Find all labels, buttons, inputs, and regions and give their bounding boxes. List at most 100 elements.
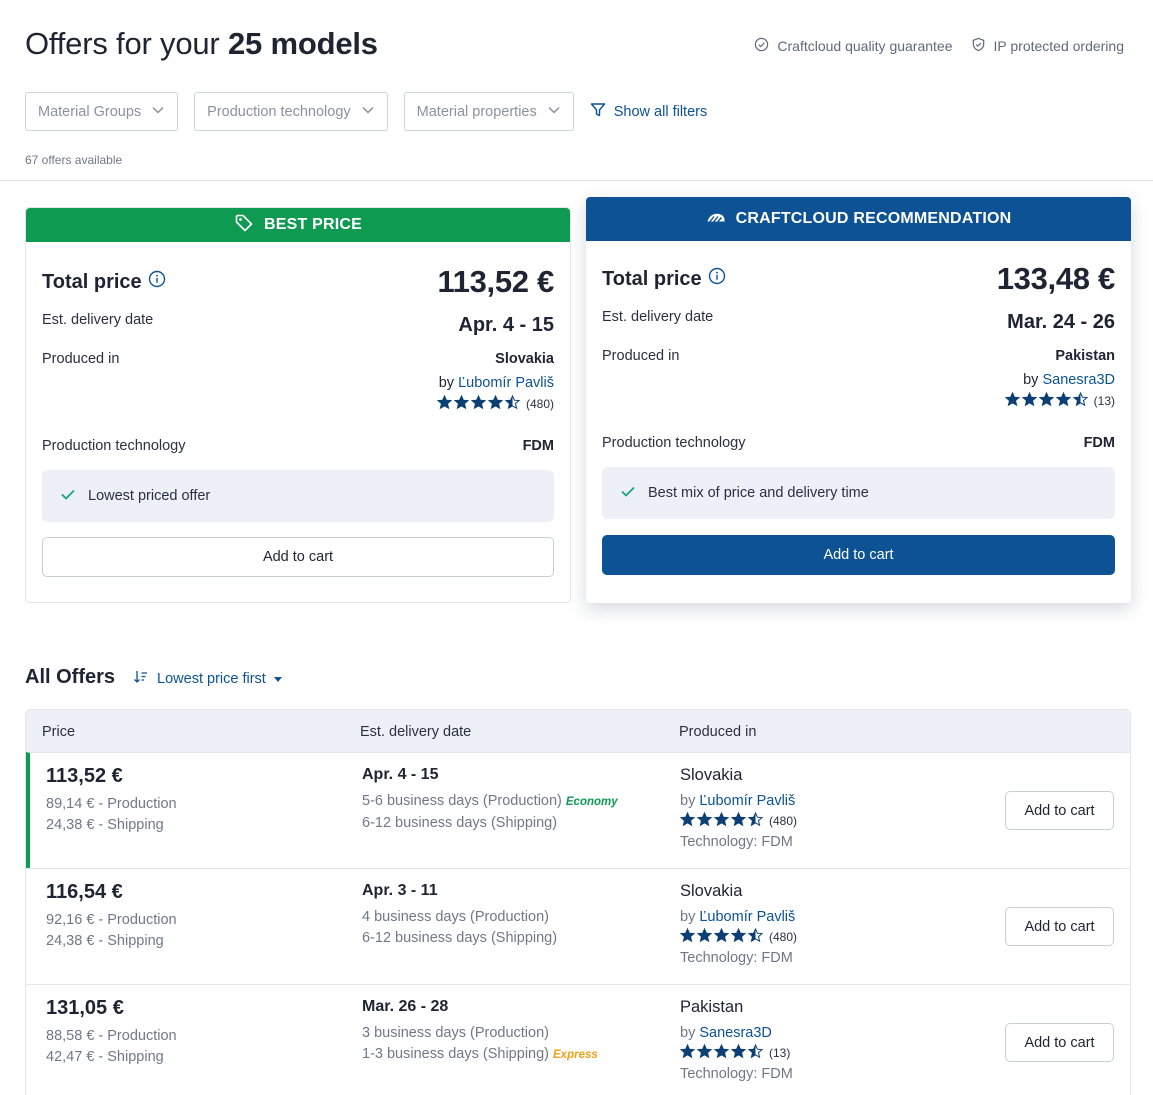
- chevron-down-icon: [361, 103, 375, 121]
- delivery-date: Apr. 4 - 15: [362, 766, 439, 783]
- info-icon[interactable]: [148, 270, 166, 294]
- check-icon: [60, 486, 76, 506]
- offer-price: 113,52 €: [46, 765, 123, 787]
- filter-icon: [590, 102, 606, 122]
- production-days: 4 business days (Production): [362, 909, 549, 925]
- delivery-label: Est. delivery date: [42, 312, 154, 328]
- shipping-days: 1-3 business days (Shipping): [362, 1046, 549, 1062]
- delivery-value: Mar. 24 - 26: [1007, 311, 1115, 333]
- star-icon: [504, 394, 521, 413]
- delivery-label: Est. delivery date: [602, 309, 714, 325]
- delivery-value: Apr. 4 - 15: [458, 314, 554, 336]
- star-icon: [1004, 391, 1020, 410]
- sort-dropdown[interactable]: Lowest price first: [133, 669, 282, 689]
- rating-stars: (480): [679, 811, 798, 830]
- offer-price: 131,05 €: [46, 997, 124, 1019]
- production-days: 3 business days (Production): [362, 1025, 549, 1041]
- add-to-cart-button[interactable]: Add to cart: [42, 537, 554, 577]
- quality-guarantee[interactable]: Craftcloud quality guarantee: [754, 37, 953, 55]
- ip-protection[interactable]: IP protected ordering: [971, 37, 1124, 55]
- technology: Technology: FDM: [680, 950, 793, 966]
- technology: Technology: FDM: [680, 1066, 793, 1082]
- quality-guarantee-label: Craftcloud quality guarantee: [777, 38, 953, 54]
- add-to-cart-button[interactable]: Add to cart: [602, 535, 1115, 575]
- produced-country: Slovakia: [495, 351, 554, 367]
- total-price-text: Total price: [602, 267, 702, 290]
- star-icon: [453, 394, 470, 413]
- all-offers-title: All Offers: [25, 666, 116, 688]
- star-icon: [713, 811, 730, 830]
- table-header: Price Est. delivery date Produced in: [26, 710, 1130, 752]
- offers-table: Price Est. delivery date Produced in 113…: [25, 709, 1131, 1095]
- by-label: by: [680, 909, 696, 925]
- check-circle-icon: [754, 37, 769, 55]
- total-price-text: Total price: [42, 270, 142, 293]
- column-header-delivery: Est. delivery date: [360, 724, 472, 740]
- filter-bar: Material Groups Production technology Ma…: [25, 92, 707, 131]
- shield-check-icon: [971, 37, 986, 55]
- show-all-filters-label: Show all filters: [613, 103, 708, 120]
- star-icon: [696, 927, 713, 946]
- production-technology-label: Production technology: [42, 438, 186, 454]
- all-offers-header: All Offers Lowest price first: [25, 666, 282, 689]
- best-price-banner-label: BEST PRICE: [263, 216, 362, 233]
- material-properties-select[interactable]: Material properties: [403, 92, 574, 131]
- production-cost: 92,16 € - Production: [46, 912, 177, 928]
- star-icon: [730, 1043, 747, 1062]
- star-icon: [696, 1043, 713, 1062]
- table-row: 113,52 € 89,14 € - Production 24,38 € - …: [26, 752, 1130, 868]
- star-icon: [1038, 391, 1054, 410]
- add-to-cart-button[interactable]: Add to cart: [1005, 907, 1114, 946]
- highlight-text: Best mix of price and delivery time: [648, 485, 869, 501]
- material-groups-select[interactable]: Material Groups: [25, 92, 179, 131]
- recommendation-card: CRAFTCLOUD RECOMMENDATION Total price 13…: [586, 197, 1131, 603]
- vendor-link[interactable]: Sanesra3D: [1042, 372, 1115, 388]
- star-icon: [696, 811, 713, 830]
- star-icon: [1055, 391, 1071, 410]
- vendor-link[interactable]: Ľubomír Pavliš: [458, 375, 554, 391]
- produced-country: Slovakia: [680, 766, 743, 784]
- production-technology-label: Production technology: [207, 103, 351, 120]
- review-count: (480): [769, 930, 798, 944]
- by-label: by: [1023, 372, 1039, 388]
- table-row: 116,54 € 92,16 € - Production 24,38 € - …: [26, 868, 1130, 984]
- chevron-down-icon: [151, 103, 165, 121]
- recommendation-banner: CRAFTCLOUD RECOMMENDATION: [586, 197, 1131, 241]
- star-icon: [1021, 391, 1037, 410]
- caret-down-icon: [273, 676, 282, 682]
- delivery-date: Mar. 26 - 28: [362, 998, 449, 1015]
- shipping-cost: 24,38 € - Shipping: [46, 933, 164, 949]
- show-all-filters-link[interactable]: Show all filters: [590, 102, 707, 122]
- highlight-text: Lowest priced offer: [88, 488, 211, 504]
- star-icon: [679, 811, 696, 830]
- shipping-days: 6-12 business days (Shipping): [362, 815, 558, 831]
- star-icon: [1072, 391, 1088, 410]
- material-properties-label: Material properties: [416, 103, 537, 120]
- table-row: 131,05 € 88,58 € - Production 42,47 € - …: [26, 984, 1130, 1095]
- production-technology-select[interactable]: Production technology: [194, 92, 388, 131]
- offers-count: 67 offers available: [25, 153, 123, 167]
- vendor-link[interactable]: Ľubomír Pavliš: [699, 793, 795, 809]
- produced-country: Slovakia: [680, 882, 743, 900]
- production-days: 5-6 business days (Production): [362, 793, 562, 809]
- shipping-cost: 42,47 € - Shipping: [46, 1049, 164, 1065]
- star-icon: [713, 1043, 730, 1062]
- review-count: (480): [769, 814, 798, 828]
- technology: Technology: FDM: [680, 834, 793, 850]
- rating-stars: (480): [679, 927, 798, 946]
- add-to-cart-button[interactable]: Add to cart: [1005, 1023, 1114, 1062]
- review-count: (13): [1093, 394, 1115, 408]
- vendor-link[interactable]: Ľubomír Pavliš: [699, 909, 795, 925]
- best-price-banner: BEST PRICE: [26, 208, 570, 242]
- craftcloud-logo-icon: [706, 207, 726, 232]
- sort-label: Lowest price first: [157, 671, 266, 687]
- by-label: by: [680, 793, 696, 809]
- add-to-cart-button[interactable]: Add to cart: [1005, 791, 1114, 830]
- info-icon[interactable]: [708, 267, 726, 291]
- production-technology-value: FDM: [522, 438, 554, 454]
- production-technology-label: Production technology: [602, 435, 746, 451]
- column-header-price: Price: [42, 724, 76, 740]
- production-cost: 89,14 € - Production: [46, 796, 177, 812]
- total-price-value: 133,48 €: [996, 261, 1116, 296]
- vendor-link[interactable]: Sanesra3D: [699, 1025, 772, 1041]
